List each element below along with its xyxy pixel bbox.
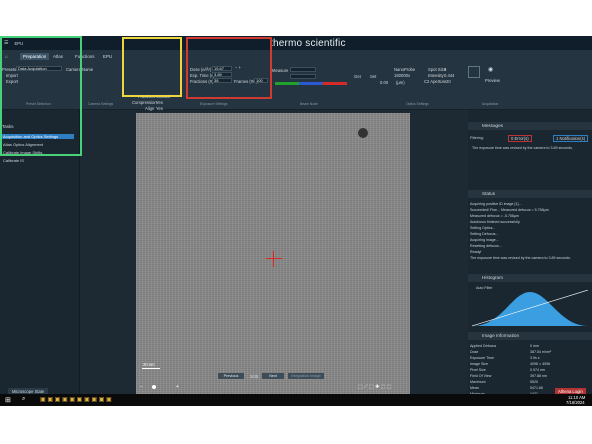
info-value: 5520 [530, 380, 538, 384]
image-info-header[interactable]: Image Information [468, 332, 592, 340]
defocus-value[interactable]: 0.00 [380, 80, 388, 85]
epu-window: ☰ EPU thermo scientific ⌂ Preparation At… [0, 36, 592, 406]
highlight-box-green [0, 36, 82, 156]
status-line: Acquiring positive ID image [1]... [470, 202, 522, 206]
status-header[interactable]: Status [468, 190, 592, 198]
measure-field-2[interactable] [290, 74, 316, 79]
task-calibrate-is[interactable]: Calibrate IS [2, 158, 74, 163]
filtering-label: Filtering: [470, 136, 484, 140]
measure-button[interactable]: Measure [272, 68, 288, 73]
message-text: The exposure time was revised by the cam… [472, 146, 573, 150]
scale-bar [142, 368, 160, 369]
exposure-group-label: Exposure Settings [200, 102, 228, 106]
page-indicator: 3/45 [250, 374, 259, 379]
contamination-spot [358, 128, 368, 138]
compression-label: Compression [132, 100, 157, 105]
status-line: Measured defocus = -5.758µm [470, 214, 519, 218]
beam-color-bar [275, 82, 347, 85]
c2-aperture-value[interactable]: 20 [446, 79, 451, 84]
acquisition-group-label: Acquisition [482, 102, 499, 106]
info-key: Field Of View [470, 374, 492, 378]
info-value: 0 mm [530, 344, 539, 348]
get-button[interactable]: Get [354, 74, 361, 79]
crosshair-horizontal [266, 258, 282, 259]
link-icon[interactable] [468, 66, 480, 78]
notifications-filter[interactable]: 1 Notification(s) [553, 135, 589, 142]
zoom-minus-icon[interactable]: − [140, 384, 143, 390]
compression-value[interactable]: Yes [156, 100, 163, 105]
histogram-header[interactable]: Histogram [468, 274, 592, 282]
intensity-label: Intensity [428, 73, 444, 78]
set-button[interactable]: Set [370, 74, 376, 79]
measure-field-1[interactable] [290, 67, 316, 72]
info-value: 4096 × 4096 [530, 362, 551, 366]
micrograph-view[interactable]: 20 nm − + ⬚ ⟋ ⬚ ✚ ⬚ ⬚ [136, 113, 410, 394]
zoom-plus-icon[interactable]: + [176, 384, 179, 390]
info-value: 0.974 nm [530, 368, 545, 372]
clock-date[interactable]: 7/16/2024 [566, 400, 585, 405]
info-value: 387.54 e/nm² [530, 350, 552, 354]
status-line: Acquiring image... [470, 238, 499, 242]
windows-taskbar: ⊞ ⌕ ▣ ▣ ▣ ▣ ▣ ▣ ▣ ▣ ▣ ▣ 11:10 AM 7/16/20… [0, 394, 592, 406]
info-value: 397.88 nm [530, 374, 547, 378]
integration-image-button[interactable]: Integration Image [288, 373, 324, 379]
camera-group-label: Camera Settings [88, 102, 114, 106]
intensity-value[interactable]: 0.444 [444, 73, 454, 78]
info-value: 3.9s s [530, 356, 540, 360]
info-key: Exposure Time [470, 356, 494, 360]
optics-group-label: Optics Settings [406, 102, 429, 106]
right-panel: Messages Filtering: 0 Error(s) 1 Notific… [468, 110, 592, 406]
status-line: The exposure time was revised by the cam… [470, 256, 571, 260]
info-key: Applied Defocus [470, 344, 497, 348]
align-label: Align [145, 106, 155, 111]
defocus-unit: (µm) [396, 80, 405, 85]
info-value: 5471.66 [530, 386, 543, 390]
status-line: Setting Optics... [470, 226, 496, 230]
nanoprobe-select[interactable]: NanoProbe [394, 67, 415, 72]
status-line: Succeeded! Fine... Measured defocus = 5.… [470, 208, 549, 212]
start-icon[interactable]: ⊞ [5, 396, 11, 404]
status-line: Ready! [470, 250, 482, 254]
tab-epu[interactable]: EPU [100, 53, 115, 60]
spot-size-value[interactable]: 3 [444, 67, 446, 72]
messages-header[interactable]: Messages [468, 122, 592, 130]
next-button[interactable]: Next [262, 373, 284, 379]
zoom-slider[interactable] [152, 385, 156, 389]
title-bar: ☰ EPU thermo scientific [0, 36, 592, 50]
highlight-box-red [186, 37, 272, 99]
beam-group-label: Beam Node [300, 102, 318, 106]
status-line: Autofocus finished successfully. [470, 220, 521, 224]
search-icon[interactable]: ⌕ [22, 396, 25, 403]
status-line: Resetting defocus... [470, 244, 502, 248]
view-tools-icons[interactable]: ⬚ ⟋ ⬚ ✚ ⬚ ⬚ [358, 384, 392, 390]
previous-button[interactable]: Previous [218, 373, 244, 379]
scale-bar-label: 20 nm [143, 362, 155, 367]
info-key: Pixel Size [470, 368, 486, 372]
info-key: Maximum [470, 380, 486, 384]
align-value[interactable]: Yes [156, 106, 163, 111]
histogram-plot [472, 290, 588, 327]
camera-icon[interactable]: ◉ [488, 66, 493, 73]
taskbar-apps-icons[interactable]: ▣ ▣ ▣ ▣ ▣ ▣ ▣ ▣ ▣ ▣ [40, 396, 112, 403]
info-key: Dose [470, 350, 479, 354]
errors-filter[interactable]: 0 Error(s) [508, 135, 532, 142]
magnification-select[interactable]: 150000x [394, 73, 410, 78]
preview-button[interactable]: Preview [485, 78, 500, 83]
highlight-box-yellow [122, 37, 182, 97]
crosshair-vertical [273, 251, 274, 267]
brand-logo: thermo scientific [270, 38, 346, 49]
status-line: Setting Defocus... [470, 232, 499, 236]
info-key: Mean [470, 386, 479, 390]
ribbon: ⌂ Preparation Atlas Functions EPU Preset… [0, 50, 592, 111]
info-key: Image Size [470, 362, 488, 366]
c2-aperture-label: C2 Aperture [424, 79, 447, 84]
